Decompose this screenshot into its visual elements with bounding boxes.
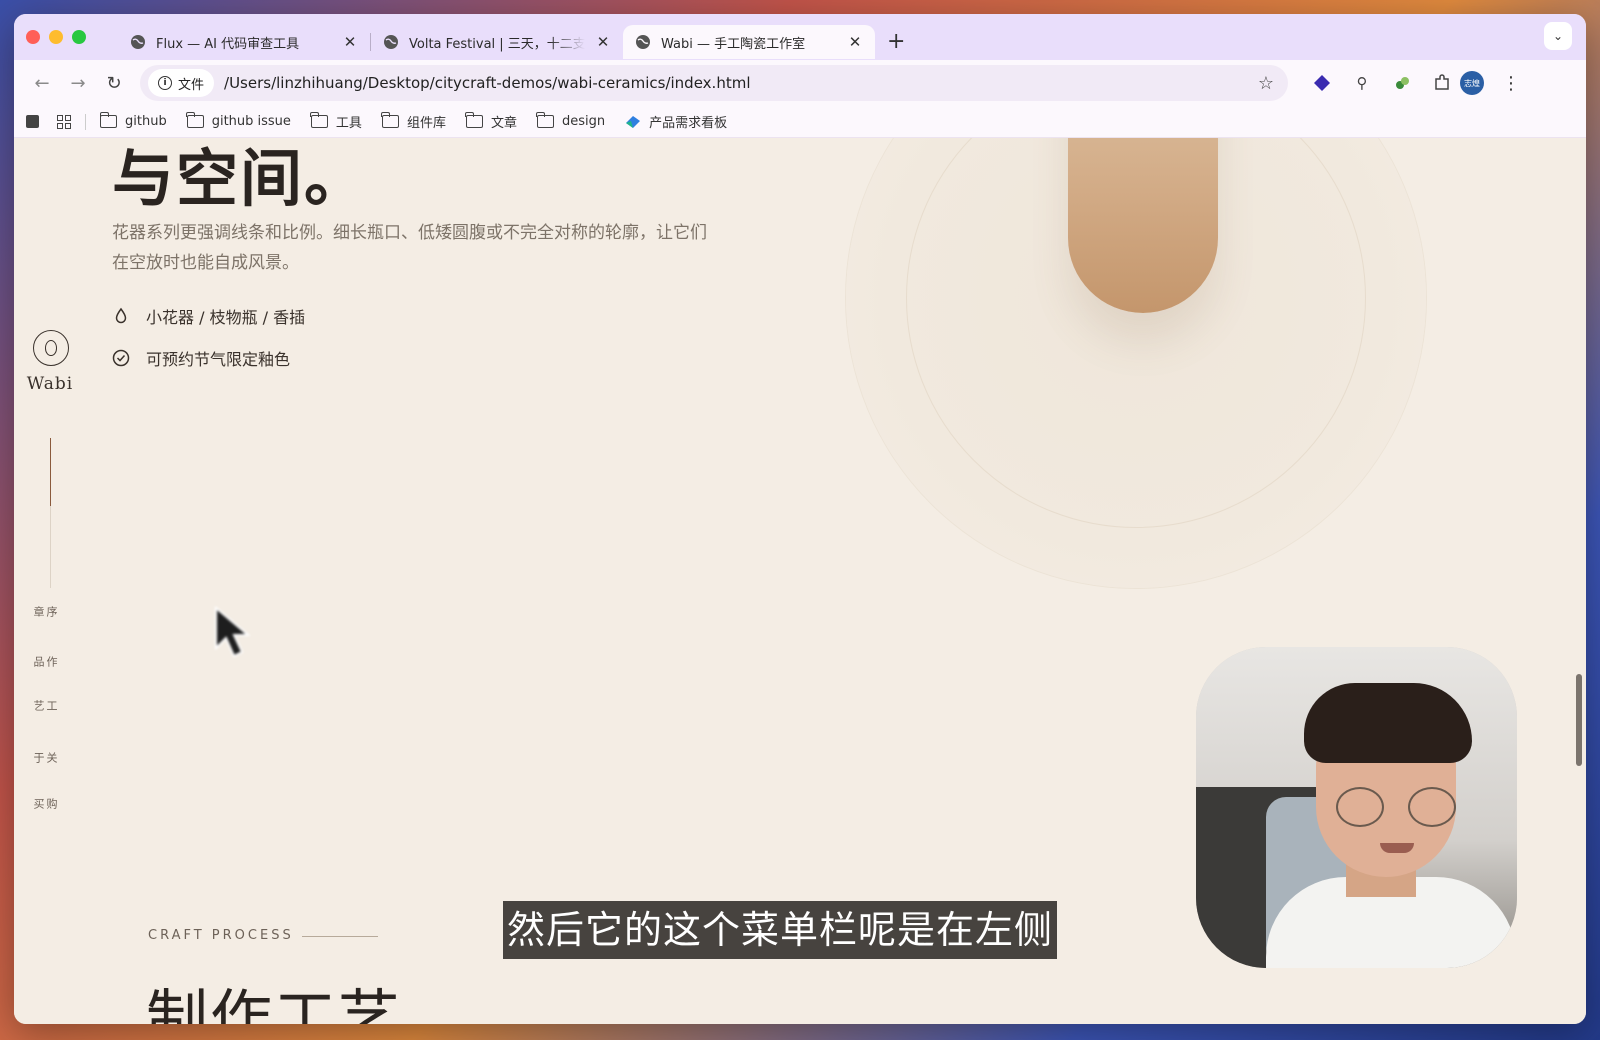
site-info-chip[interactable]: i 文件 [148,69,215,97]
browser-toolbar: ← → ↻ i 文件 /Users/linzhihuang/Desktop/ci… [14,60,1586,106]
window-controls [26,30,118,44]
craft-section-label: CRAFT PROCESS [148,928,294,943]
craft-label-line [302,936,378,937]
tab-wabi[interactable]: Wabi — 手工陶瓷工作室 ✕ [623,25,875,59]
bookmark-github-issue[interactable]: github issue [177,112,301,129]
minimize-window-button[interactable] [49,30,63,44]
mouse-cursor-icon [215,605,251,658]
site-chip-label: 文件 [178,77,205,93]
extension-diamond-icon[interactable] [1312,73,1332,93]
bookmark-separator [85,113,86,130]
nav-item-about[interactable]: 关于 [32,752,58,763]
nav-item-buy[interactable]: 购买 [32,798,58,809]
bookmark-design[interactable]: design [527,112,615,129]
tab-strip: Flux — AI 代码审查工具 ✕ Volta Festival | 三天，十… [14,14,1586,60]
section-title: 与空间。 [112,142,369,215]
feature-item: 可预约节气限定釉色 [112,346,290,370]
tab-flux[interactable]: Flux — AI 代码审查工具 ✕ [118,25,370,59]
bookmark-label: github issue [211,114,291,129]
address-bar[interactable]: i 文件 /Users/linzhihuang/Desktop/citycraf… [140,65,1288,101]
bookmark-articles[interactable]: 文章 [456,112,527,131]
video-subtitle: 然后它的这个菜单栏呢是在左侧 [503,901,1058,959]
extension-figure-icon[interactable]: ⚲ [1352,73,1372,93]
tab-volta[interactable]: Volta Festival | 三天，十二支乐 ✕ [371,25,623,59]
tab-search-button[interactable]: ⌄ [1544,22,1572,50]
tab-title: Volta Festival | 三天，十二支乐 [409,36,585,52]
bookmark-tools[interactable]: 工具 [301,112,372,131]
sidebar-toggle-icon[interactable] [26,115,39,128]
close-tab-icon[interactable]: ✕ [595,33,611,51]
bookmark-components[interactable]: 组件库 [372,112,456,131]
bookmark-product-board[interactable]: 产品需求看板 [615,112,737,131]
bookmark-label: design [561,114,606,129]
bookmark-label: 工具 [335,116,362,131]
close-window-button[interactable] [26,30,40,44]
close-tab-icon[interactable]: ✕ [342,33,358,51]
bookmark-label: 组件库 [406,116,446,131]
globe-icon [384,35,398,49]
maximize-window-button[interactable] [72,30,86,44]
craft-section-title: 制作工艺 [146,982,403,1024]
nav-item-works[interactable]: 作品 [32,656,58,667]
url-text[interactable]: /Users/linzhihuang/Desktop/citycraft-dem… [224,74,1258,92]
extension-leaf-icon[interactable] [1392,73,1412,93]
browser-menu-icon[interactable]: ⋮ [1502,73,1520,94]
folder-icon [465,112,483,128]
check-circle-icon [112,349,130,367]
logo-text[interactable]: Wabi [14,374,86,394]
bookmark-label: 文章 [490,116,517,131]
feature-text: 小花器 / 枝物瓶 / 香插 [146,308,306,327]
vase-showcase [846,138,1426,588]
folder-icon [310,112,328,128]
board-logo-icon [626,115,641,128]
globe-icon [131,35,145,49]
section-description: 花器系列更强调线条和比例。细长瓶口、低矮圆腹或不完全对称的轮廓，让它们在空放时也… [112,223,707,273]
feature-item: 小花器 / 枝物瓶 / 香插 [112,304,305,328]
tab-title: Flux — AI 代码审查工具 [156,36,300,52]
folder-icon [536,112,554,128]
folder-icon [99,112,117,128]
forward-button[interactable]: → [60,67,96,99]
bookmarks-bar: github github issue 工具 组件库 文章 design 产品需… [14,106,1586,138]
folder-icon [186,112,204,128]
scroll-progress-fill [50,438,51,506]
globe-icon [636,35,650,49]
bookmark-label: github [125,114,167,129]
bookmark-label: 产品需求看板 [649,116,728,131]
reload-button[interactable]: ↻ [96,67,132,99]
webcam-overlay [1196,647,1517,968]
info-icon: i [158,76,172,90]
vase-image [1068,138,1218,313]
scroll-progress-track [50,438,51,588]
folder-icon [381,112,399,128]
bookmark-star-icon[interactable]: ☆ [1258,73,1274,94]
extensions-area: ⚲ [1312,73,1452,93]
close-tab-icon[interactable]: ✕ [847,33,863,51]
back-button[interactable]: ← [24,67,60,99]
drop-icon [115,307,127,324]
nav-item-craft[interactable]: 工艺 [32,700,58,711]
bookmark-github[interactable]: github [90,112,177,129]
extensions-puzzle-icon[interactable] [1432,73,1452,93]
profile-avatar[interactable]: 志煌 [1460,71,1484,95]
nav-item-prologue[interactable]: 序章 [32,606,58,617]
wabi-logo-icon[interactable] [33,330,69,366]
apps-grid-icon[interactable] [57,114,71,129]
feature-text: 可预约节气限定釉色 [146,350,291,369]
tab-title: Wabi — 手工陶瓷工作室 [661,36,806,52]
new-tab-button[interactable]: + [887,29,905,54]
page-scrollbar[interactable] [1576,674,1582,766]
